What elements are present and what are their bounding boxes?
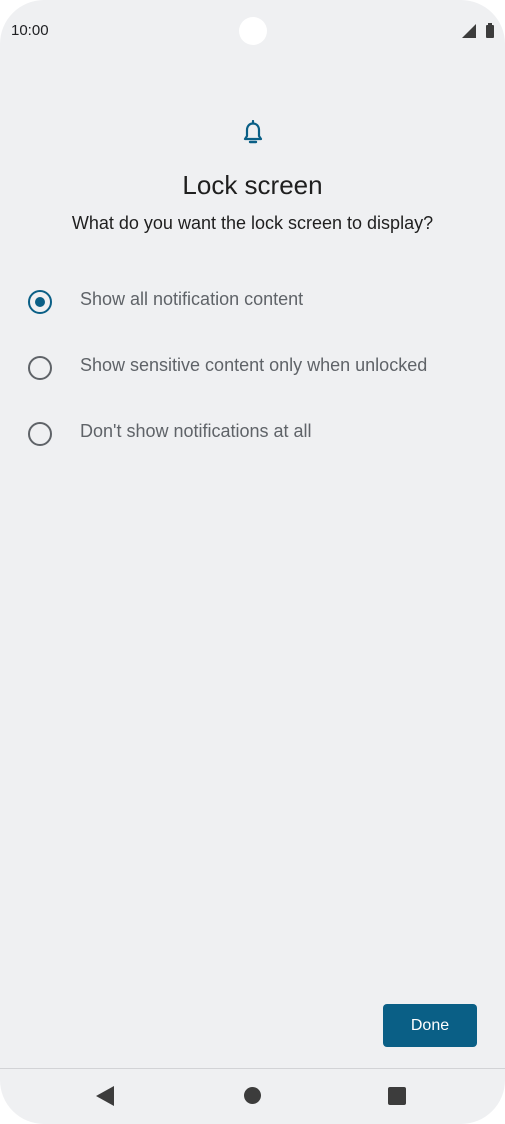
option-label: Show all notification content [80,289,304,309]
page-title: Lock screen [182,170,323,200]
radio-button[interactable] [28,422,52,446]
status-bar: 10:00 [0,0,505,62]
done-button[interactable]: Done [383,1004,477,1047]
radio-button[interactable] [28,356,52,380]
signal-icon [462,24,476,38]
home-icon[interactable] [244,1087,261,1104]
page-subtitle: What do you want the lock screen to disp… [71,213,434,233]
option-label: Show sensitive content only when unlocke… [80,355,428,375]
option-dont-show[interactable]: Don't show notifications at all [0,406,505,462]
option-show-sensitive-when-unlocked[interactable]: Show sensitive content only when unlocke… [0,340,505,396]
recents-icon[interactable] [388,1087,406,1105]
phone-screen: 10:00 Lock screen What do you want the l… [0,0,505,1124]
option-label: Don't show notifications at all [80,421,312,441]
radio-button-selected[interactable] [28,290,52,314]
radio-dot [35,297,45,307]
nav-divider [0,1068,505,1069]
battery-icon [486,23,494,38]
option-show-all[interactable]: Show all notification content [0,274,505,330]
camera-cutout [239,17,267,45]
bell-icon [243,120,263,144]
back-icon[interactable] [96,1086,114,1106]
status-time: 10:00 [11,22,49,39]
